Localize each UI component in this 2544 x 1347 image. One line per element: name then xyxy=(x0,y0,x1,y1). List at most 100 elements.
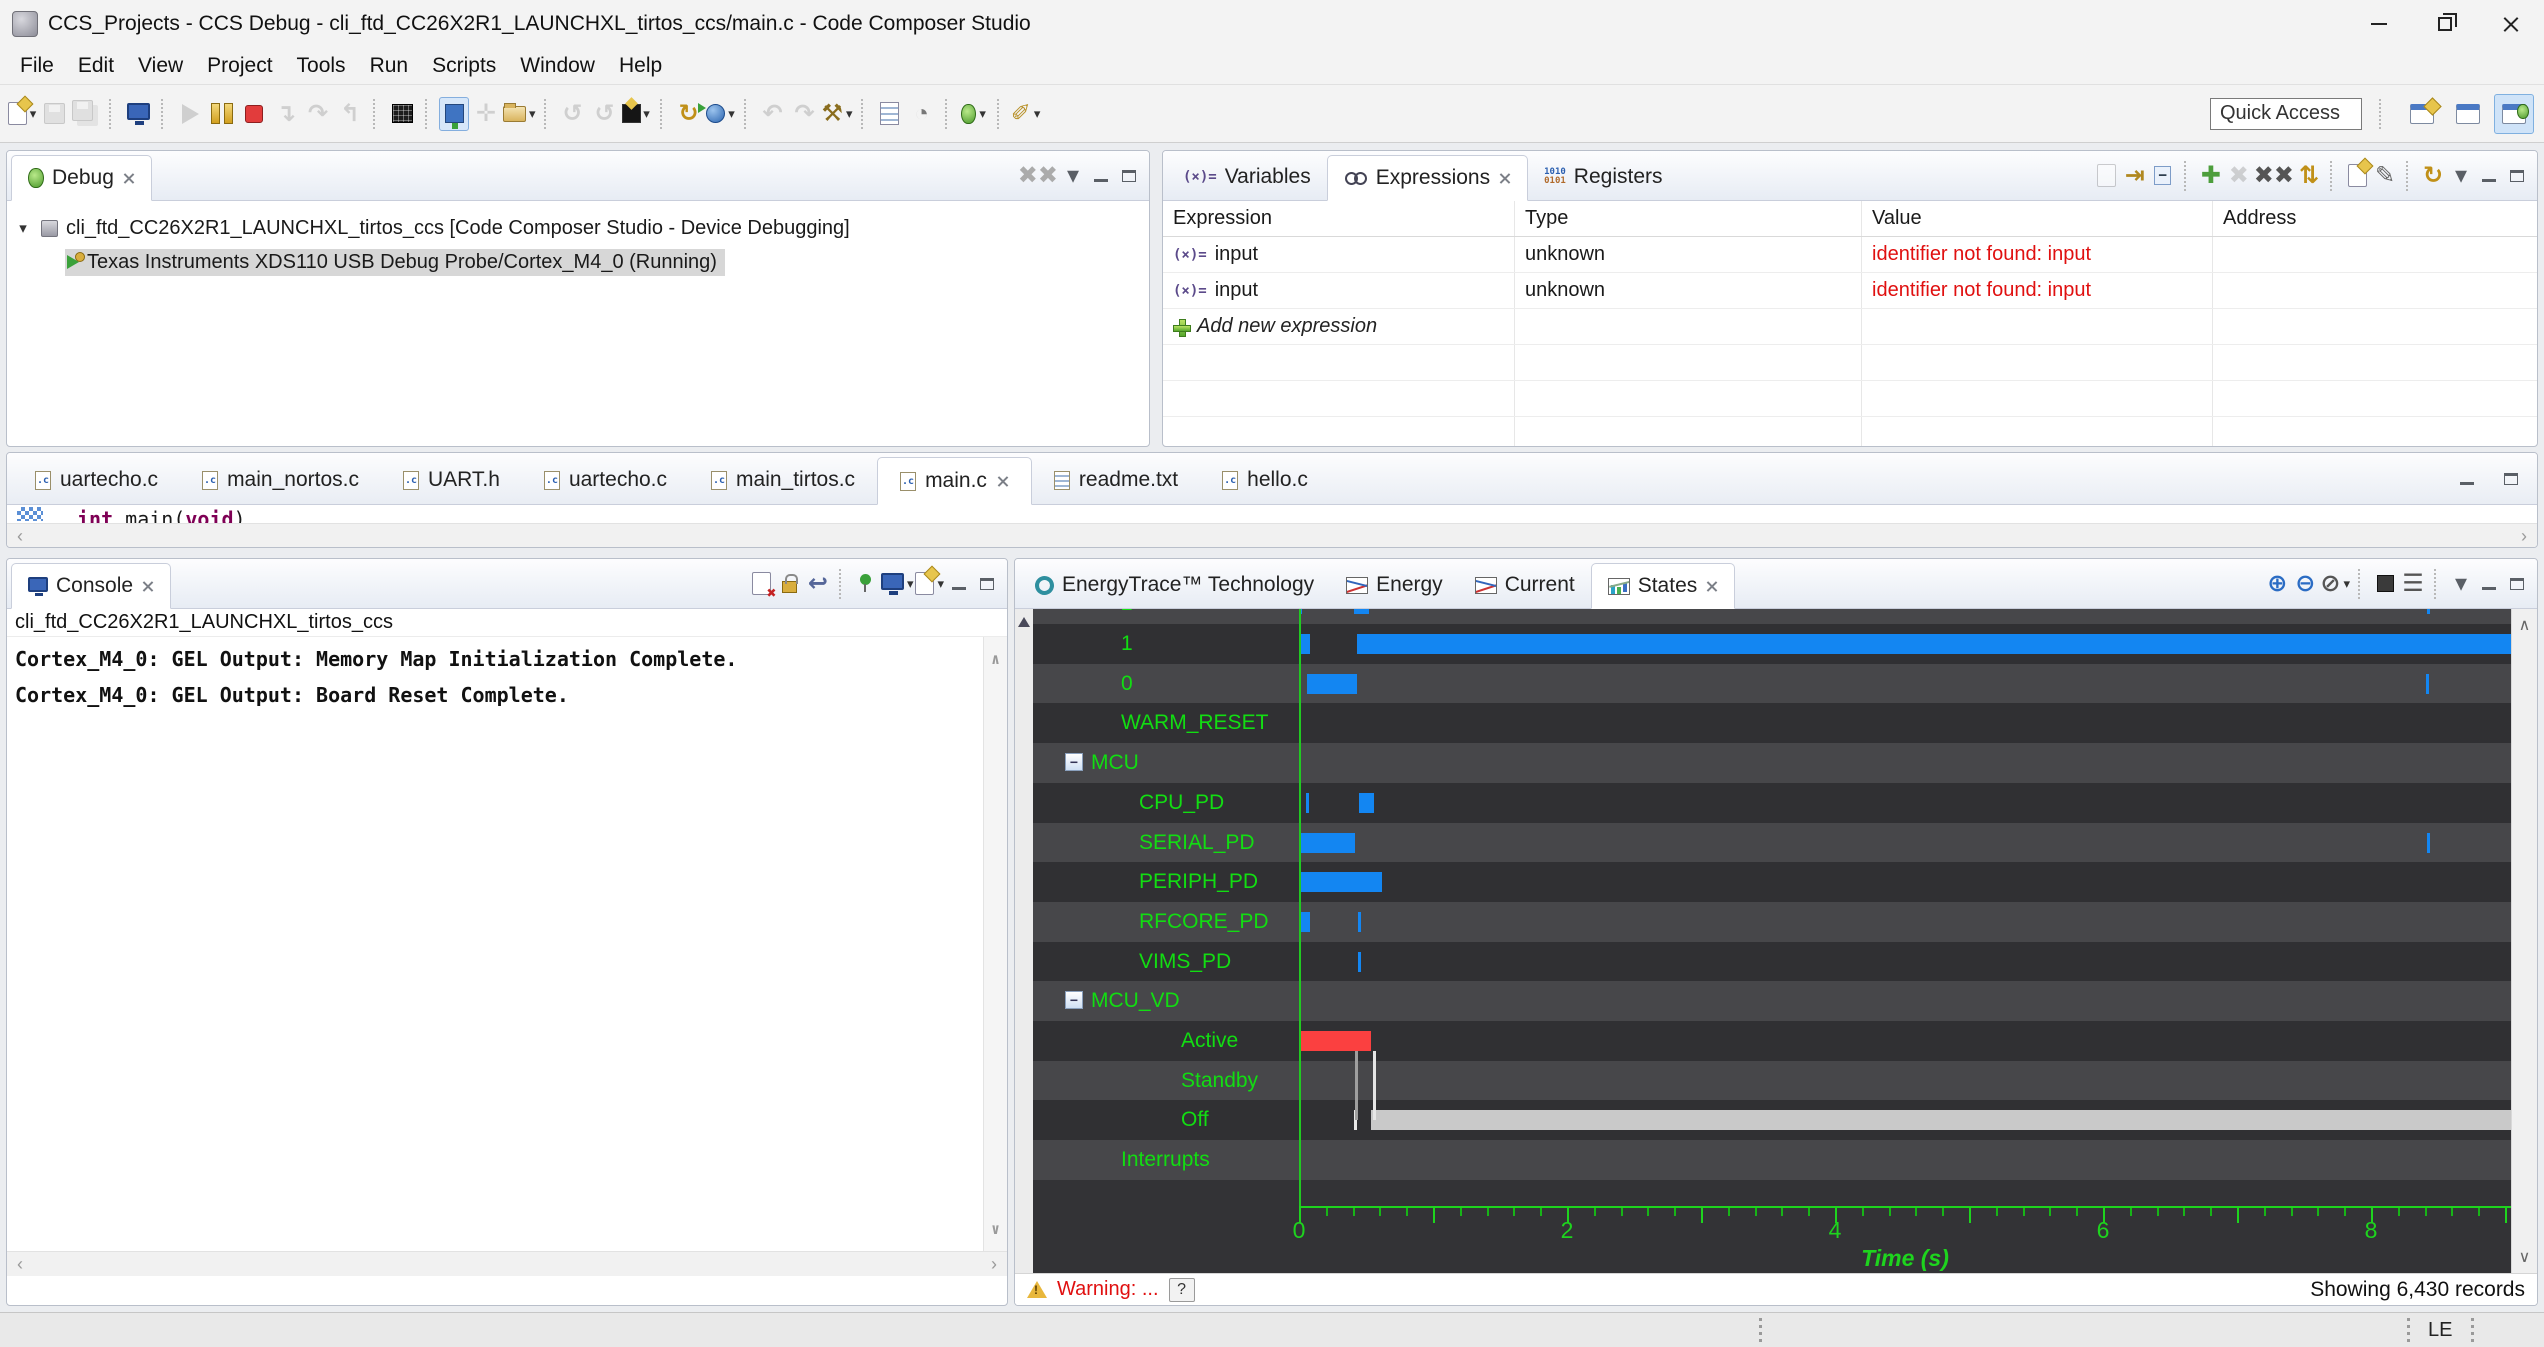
state-row-2[interactable]: 2 xyxy=(1033,609,2511,624)
zoom-in-icon[interactable]: ⊕ xyxy=(2264,569,2290,599)
console-hscrollbar[interactable]: ‹ › xyxy=(7,1251,1007,1276)
column-header-expression[interactable]: Expression xyxy=(1163,201,1515,236)
reset-cpu-icon[interactable]: ↻ xyxy=(674,97,704,131)
close-icon[interactable] xyxy=(122,172,135,185)
maximize-icon[interactable] xyxy=(2504,161,2530,191)
remove-all-terminated-icon[interactable]: ✖✖ xyxy=(1018,161,1058,191)
state-row-periph-pd[interactable]: PERIPH_PD xyxy=(1033,862,2511,902)
add-icon[interactable] xyxy=(1173,319,1189,335)
step-into-icon[interactable]: ↴ xyxy=(271,97,301,131)
zoom-fit-icon[interactable]: ⊘▾ xyxy=(2320,569,2350,599)
core-select-icon[interactable]: ▾ xyxy=(706,97,736,131)
debug-launch-icon[interactable]: ▾ xyxy=(959,97,989,131)
tab-console[interactable]: Console xyxy=(11,563,171,609)
scroll-right-icon[interactable]: › xyxy=(991,1254,997,1275)
zoom-out-icon[interactable]: ⊖ xyxy=(2292,569,2318,599)
state-row-standby[interactable]: Standby xyxy=(1033,1061,2511,1101)
scroll-down-icon[interactable]: ∨ xyxy=(991,1211,1000,1247)
new-rendering-window-icon[interactable] xyxy=(2344,161,2370,191)
menu-scripts[interactable]: Scripts xyxy=(420,51,508,81)
maximize-icon[interactable] xyxy=(1116,161,1142,191)
close-window-button[interactable] xyxy=(2478,0,2544,48)
remove-expression-icon[interactable]: ✖ xyxy=(2226,161,2252,191)
scroll-up-icon[interactable]: ∧ xyxy=(991,641,1000,677)
menu-edit[interactable]: Edit xyxy=(66,51,126,81)
state-row-mcu-vd[interactable]: −MCU_VD xyxy=(1033,981,2511,1021)
registers-grid-icon[interactable] xyxy=(387,97,417,131)
word-wrap-icon[interactable]: ↩ xyxy=(805,569,831,599)
menu-window[interactable]: Window xyxy=(508,51,607,81)
dropdown-icon[interactable]: ▾ xyxy=(907,576,914,592)
editor-tab-main-tirtos-c[interactable]: .cmain_tirtos.c xyxy=(689,456,877,504)
editor-content-sliver[interactable]: int main(void) xyxy=(7,505,2537,523)
remove-all-expressions-icon[interactable]: ✖✖ xyxy=(2254,161,2294,191)
step-over-icon[interactable]: ↷ xyxy=(303,97,333,131)
close-icon[interactable] xyxy=(141,580,154,593)
maximize-icon[interactable] xyxy=(2496,462,2526,496)
statusbar-grip[interactable] xyxy=(1758,1318,1762,1342)
tab-debug[interactable]: Debug xyxy=(11,155,152,201)
scroll-left-icon[interactable]: ‹ xyxy=(17,1254,23,1275)
state-row-vims-pd[interactable]: VIMS_PD xyxy=(1033,942,2511,982)
scroll-right-icon[interactable]: › xyxy=(2521,526,2527,547)
scroll-down-icon[interactable]: ∨ xyxy=(2519,1247,2531,1267)
target-pointer-icon[interactable]: ✛ xyxy=(471,97,501,131)
view-menu-icon[interactable]: ▾ xyxy=(2448,569,2474,599)
minimize-icon[interactable] xyxy=(2452,462,2482,496)
open-perspective-icon[interactable] xyxy=(2402,94,2442,134)
resume-icon[interactable] xyxy=(175,97,205,131)
step-return-icon[interactable]: ↰ xyxy=(335,97,365,131)
tab-energy[interactable]: Energy xyxy=(1330,562,1459,608)
expression-row[interactable]: (×)=inputunknownidentifier not found: in… xyxy=(1163,237,2537,273)
maximize-icon[interactable] xyxy=(2504,569,2530,599)
dropdown-icon[interactable]: ▾ xyxy=(979,106,986,122)
ccs-debug-perspective-icon[interactable] xyxy=(2494,94,2534,134)
menu-help[interactable]: Help xyxy=(607,51,674,81)
build-icon[interactable]: ⚒▾ xyxy=(822,97,853,131)
editor-tab-uartecho-c[interactable]: .cuartecho.c xyxy=(13,456,180,504)
dropdown-icon[interactable]: ▾ xyxy=(529,106,536,122)
help-button[interactable]: ? xyxy=(1169,1278,1195,1302)
pin-console-icon[interactable] xyxy=(853,569,879,599)
debug-tree-item[interactable]: Texas Instruments XDS110 USB Debug Probe… xyxy=(13,245,1145,279)
tab-variables[interactable]: (×)=Variables xyxy=(1167,154,1327,200)
editor-tab-hello-c[interactable]: .chello.c xyxy=(1200,456,1330,504)
save-all-icon[interactable] xyxy=(71,97,101,131)
state-row-rfcore-pd[interactable]: RFCORE_PD xyxy=(1033,902,2511,942)
minimize-icon[interactable] xyxy=(2476,161,2502,191)
suspend-icon[interactable] xyxy=(207,97,237,131)
state-row-1[interactable]: 1 xyxy=(1033,624,2511,664)
dropdown-icon[interactable]: ▾ xyxy=(1034,106,1041,122)
menu-tools[interactable]: Tools xyxy=(285,51,358,81)
console-vscrollbar[interactable]: ∧∨ xyxy=(983,637,1007,1251)
flash-device-icon[interactable]: ▾ xyxy=(622,97,652,131)
menu-view[interactable]: View xyxy=(126,51,195,81)
state-row-warm-reset[interactable]: WARM_RESET xyxy=(1033,703,2511,743)
dropdown-icon[interactable]: ▾ xyxy=(846,106,853,122)
close-icon[interactable] xyxy=(996,475,1009,488)
quick-access-input[interactable]: Quick Access xyxy=(2210,98,2362,130)
show-logical-structure-icon[interactable] xyxy=(2094,161,2120,191)
ccs-edit-perspective-icon[interactable] xyxy=(2448,94,2488,134)
column-header-value[interactable]: Value xyxy=(1862,201,2213,236)
state-row-serial-pd[interactable]: SERIAL_PD xyxy=(1033,823,2511,863)
tab-states[interactable]: States xyxy=(1591,563,1736,609)
maximize-icon[interactable] xyxy=(974,569,1000,599)
restart-debug-icon[interactable]: ↺ xyxy=(590,97,620,131)
profile-clock-icon[interactable]: ◔ xyxy=(907,97,937,131)
warning-text[interactable]: Warning: ... xyxy=(1057,1278,1159,1301)
save-icon[interactable] xyxy=(39,97,69,131)
state-row-mcu[interactable]: −MCU xyxy=(1033,743,2511,783)
dropdown-icon[interactable]: ▾ xyxy=(30,106,37,122)
editor-tab-readme-txt[interactable]: readme.txt xyxy=(1032,456,1200,504)
close-icon[interactable] xyxy=(1705,580,1718,593)
minimize-icon[interactable] xyxy=(946,569,972,599)
load-program-icon[interactable]: ▾ xyxy=(503,97,536,131)
view-menu-icon[interactable]: ▾ xyxy=(1060,161,1086,191)
new-file-icon[interactable]: ▾ xyxy=(7,97,37,131)
tree-view-icon[interactable]: ☰ xyxy=(2400,569,2426,599)
tab-current[interactable]: Current xyxy=(1459,562,1591,608)
minimize-icon[interactable] xyxy=(1088,161,1114,191)
menu-file[interactable]: File xyxy=(8,51,66,81)
scroll-up-icon[interactable]: ∧ xyxy=(2519,615,2531,635)
